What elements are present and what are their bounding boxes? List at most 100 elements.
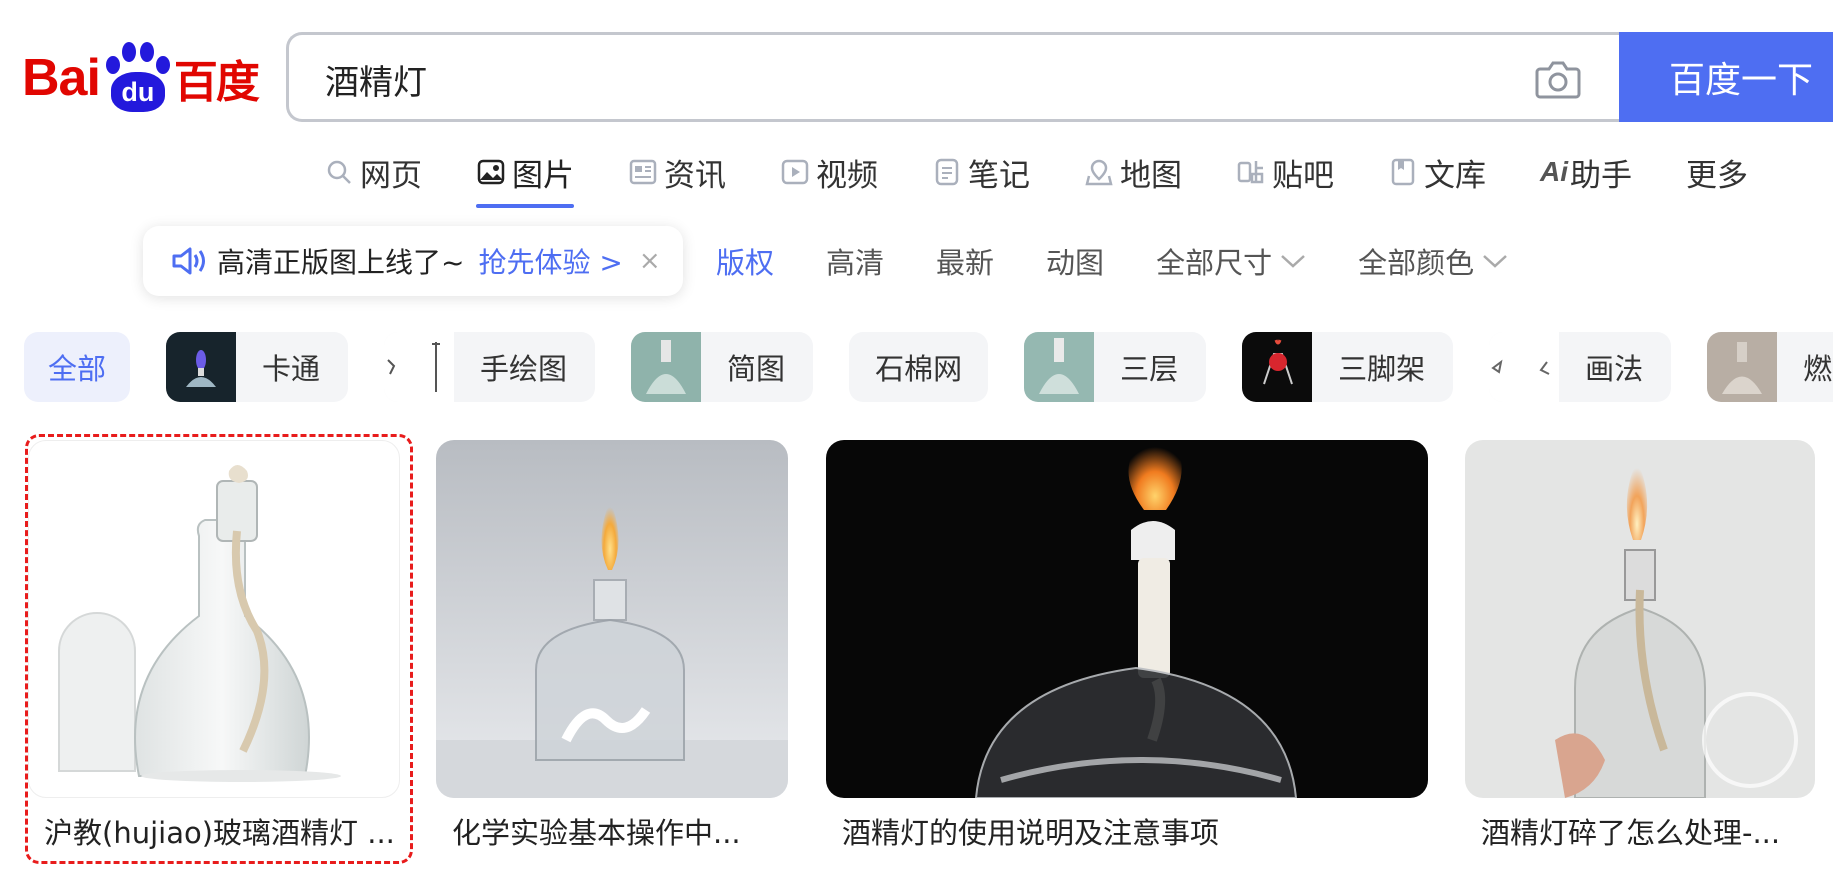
filter-bar: 版权 高清 最新 动图 全部尺寸 全部颜色 [716, 238, 1560, 284]
note-icon [932, 157, 962, 187]
tab-images[interactable]: 图片 [476, 150, 574, 208]
tab-label: 网页 [360, 157, 422, 194]
filter-color-dropdown[interactable]: 全部颜色 [1358, 240, 1508, 282]
promo-text: 高清正版图上线了~ [217, 246, 465, 279]
tab-library[interactable]: 文库 [1388, 150, 1486, 194]
chip-three-layer[interactable]: 三层 [1024, 332, 1207, 402]
filter-label: 全部尺寸 [1156, 246, 1273, 280]
tab-news[interactable]: 资讯 [628, 150, 726, 194]
tab-label: 助手 [1570, 157, 1632, 194]
chip-asbestos-net[interactable]: 石棉网 [849, 332, 989, 402]
tab-label: 笔记 [968, 157, 1030, 194]
lamp-photo [826, 440, 1428, 798]
result-caption[interactable]: 酒精灯碎了怎么处理-... [1465, 810, 1815, 852]
baidu-logo[interactable]: Bai du 百度 [22, 38, 260, 118]
search-button[interactable]: 百度一下 [1619, 32, 1833, 122]
chip-label: 石棉网 [875, 352, 963, 386]
related-chips: 全部 卡通 手绘图 简图 石棉网 三层 三脚架 画法 燃烧 [24, 332, 1833, 404]
chip-drawing-method[interactable]: 画法 [1489, 332, 1672, 402]
result-image[interactable] [826, 440, 1428, 798]
chip-cartoon[interactable]: 卡通 [166, 332, 349, 402]
result-card[interactable]: 酒精灯碎了怎么处理-... [1465, 440, 1815, 852]
search-box [286, 32, 1622, 122]
chip-label: 画法 [1585, 352, 1644, 386]
speaker-icon [172, 247, 205, 275]
chip-thumbnail [1489, 332, 1560, 402]
result-card[interactable]: 化学实验基本操作中... [436, 440, 788, 852]
logo-bai-text: Bai [22, 49, 101, 107]
filter-size-dropdown[interactable]: 全部尺寸 [1156, 240, 1306, 282]
news-icon [628, 157, 658, 187]
lamp-illustration [58, 465, 341, 782]
chip-thumbnail [1024, 332, 1095, 402]
chip-label: 三层 [1120, 352, 1179, 386]
chip-all[interactable]: 全部 [24, 332, 131, 402]
tab-label: 图片 [512, 157, 574, 194]
filter-animated[interactable]: 动图 [1046, 240, 1104, 282]
result-image[interactable] [1465, 440, 1815, 798]
result-caption[interactable]: 沪教(hujiao)玻璃酒精灯 ... [28, 810, 400, 852]
library-icon [1388, 157, 1418, 187]
chip-tripod[interactable]: 三脚架 [1242, 332, 1454, 402]
lamp-photo [436, 440, 788, 798]
tab-label: 贴吧 [1272, 157, 1334, 194]
result-image[interactable] [28, 440, 400, 798]
tab-notes[interactable]: 笔记 [932, 150, 1030, 194]
logo-du-text: du [110, 72, 165, 112]
chip-label: 燃烧 [1803, 352, 1833, 386]
camera-icon[interactable] [1534, 57, 1582, 101]
filter-copyright[interactable]: 版权 [716, 240, 774, 282]
tab-more[interactable]: 更多 [1686, 150, 1748, 194]
tab-label: 地图 [1120, 157, 1182, 194]
promo-banner: 高清正版图上线了~ 抢先体验 > × [143, 226, 683, 296]
lamp-photo [1465, 440, 1815, 798]
tab-map[interactable]: 地图 [1084, 150, 1182, 194]
tab-label: 文库 [1424, 157, 1486, 194]
chip-thumbnail [1707, 332, 1778, 402]
search-input[interactable] [325, 53, 1425, 105]
chip-label: 手绘图 [480, 352, 568, 386]
result-image[interactable] [436, 440, 788, 798]
chevron-down-icon [1483, 255, 1507, 268]
chip-thumbnail [1242, 332, 1313, 402]
result-caption[interactable]: 化学实验基本操作中... [436, 810, 788, 852]
tab-label: 资讯 [664, 157, 726, 194]
chip-thumbnail [384, 332, 455, 402]
chip-handdrawn[interactable]: 手绘图 [384, 332, 596, 402]
chip-label: 简图 [727, 352, 786, 386]
promo-link[interactable]: 抢先体验 > [478, 241, 622, 281]
logo-baidu-cn-text: 百度 [173, 57, 260, 108]
filter-label: 最新 [936, 246, 995, 280]
chevron-down-icon [1281, 255, 1305, 268]
tab-label: 更多 [1686, 157, 1748, 194]
chip-burning[interactable]: 燃烧 [1707, 332, 1833, 402]
tab-video[interactable]: 视频 [780, 150, 878, 194]
search-icon [324, 157, 354, 187]
chip-label: 全部 [48, 352, 107, 386]
tab-tieba[interactable]: 贴吧 [1236, 150, 1334, 194]
chip-label: 卡通 [262, 352, 321, 386]
chip-simple[interactable]: 简图 [631, 332, 814, 402]
result-card[interactable]: 沪教(hujiao)玻璃酒精灯 ... [28, 440, 400, 852]
tab-ai-assistant[interactable]: Ai 助手 [1540, 150, 1632, 194]
map-icon [1084, 157, 1114, 187]
result-caption[interactable]: 酒精灯的使用说明及注意事项 [826, 810, 1428, 852]
filter-label: 全部颜色 [1358, 246, 1475, 280]
filter-label: 高清 [826, 246, 885, 280]
filter-label: 动图 [1046, 246, 1105, 280]
filter-hd[interactable]: 高清 [826, 240, 884, 282]
tab-webpage[interactable]: 网页 [324, 150, 422, 194]
tab-label: 视频 [816, 157, 878, 194]
filter-label: 版权 [716, 246, 775, 280]
paw-icon: du [102, 42, 172, 114]
image-icon [476, 157, 506, 187]
tieba-icon [1236, 157, 1266, 187]
result-card[interactable]: 酒精灯的使用说明及注意事项 [826, 440, 1428, 852]
chip-label: 三脚架 [1338, 352, 1426, 386]
video-icon [780, 157, 810, 187]
close-icon[interactable]: × [639, 246, 661, 276]
chip-thumbnail [166, 332, 237, 402]
chip-thumbnail [631, 332, 702, 402]
search-tabs: 网页 图片 资讯 视频 笔记 地图 贴吧 文库 Ai 助手 更多 [324, 150, 1802, 210]
filter-latest[interactable]: 最新 [936, 240, 994, 282]
